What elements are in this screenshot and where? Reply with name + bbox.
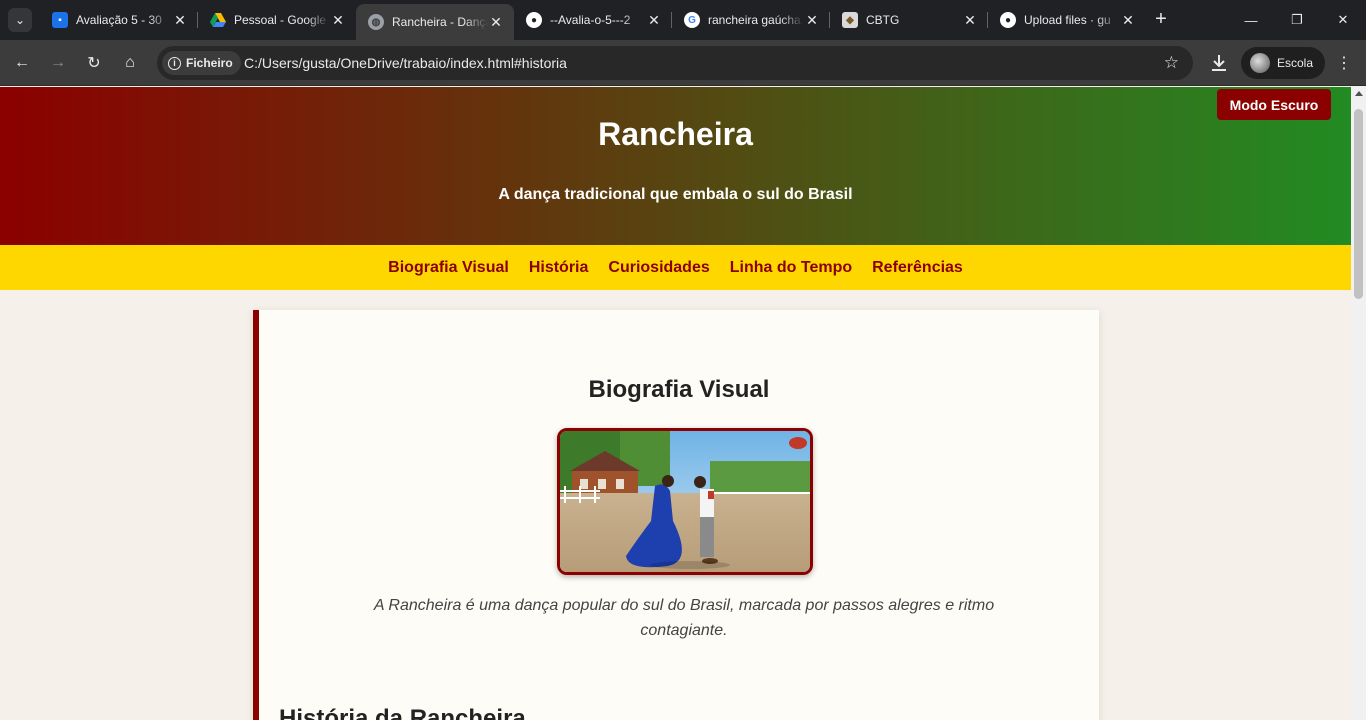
restore-button[interactable]: ❐	[1274, 0, 1320, 40]
more-vertical-icon: ⋮	[1336, 55, 1352, 72]
bookmark-star-icon[interactable]: ☆	[1164, 53, 1179, 73]
info-icon: i	[168, 56, 181, 70]
tab-title: Pessoal - Google Drive	[234, 13, 330, 27]
downloads-button[interactable]	[1207, 49, 1231, 77]
tab-search-button[interactable]: ⌄	[8, 8, 32, 32]
browser-toolbar: ← → ↻ ⌂ i Ficheiro C:/Users/gusta/OneDri…	[0, 40, 1366, 86]
chevron-down-icon: ⌄	[14, 13, 26, 27]
nav-link-curiosidades[interactable]: Curiosidades	[608, 259, 709, 277]
globe-icon: ◍	[368, 14, 384, 30]
close-icon[interactable]: ✕	[330, 12, 346, 28]
nav-link-historia[interactable]: História	[529, 259, 589, 277]
close-icon[interactable]: ✕	[488, 14, 504, 30]
tab-title: Rancheira - Dança	[392, 15, 488, 29]
minimize-button[interactable]: —	[1228, 0, 1274, 40]
google-icon: G	[684, 12, 700, 28]
github-icon: ●	[1000, 12, 1016, 28]
section-title: Biografia Visual	[588, 376, 770, 403]
tab-title: rancheira gaúcha	[708, 13, 801, 27]
tab-github-upload[interactable]: ● Upload files · gu ✕	[988, 4, 1146, 36]
historia-section-title: História da Rancheira	[279, 705, 526, 720]
page-viewport: Rancheira A dança tradicional que embala…	[0, 87, 1351, 720]
nav-link-referencias[interactable]: Referências	[872, 259, 963, 277]
page-scrollbar[interactable]	[1351, 87, 1366, 720]
tab-rancheira[interactable]: ◍ Rancheira - Dança ✕	[356, 4, 514, 40]
google-classroom-icon: ▪	[52, 12, 68, 28]
close-icon[interactable]: ✕	[962, 12, 978, 28]
close-icon[interactable]: ✕	[1120, 12, 1136, 28]
tab-github-avaliacao[interactable]: ● --Avalia-o-5---2 ✕	[514, 4, 672, 36]
avatar	[1250, 53, 1270, 73]
tab-title: --Avalia-o-5---2	[550, 13, 631, 27]
url-text[interactable]: C:/Users/gusta/OneDrive/trabaio/index.ht…	[244, 55, 567, 71]
forward-button[interactable]: →	[44, 49, 72, 77]
download-icon	[1212, 55, 1226, 71]
browser-menu-button[interactable]: ⋮	[1334, 49, 1354, 77]
minimize-icon: —	[1244, 12, 1258, 28]
github-icon: ●	[526, 12, 542, 28]
home-button[interactable]: ⌂	[116, 49, 144, 77]
profile-name: Escola	[1277, 56, 1314, 70]
page-subtitle: A dança tradicional que embala o sul do …	[498, 186, 853, 203]
site-info-chip[interactable]: i Ficheiro	[162, 51, 241, 75]
back-button[interactable]: ←	[8, 49, 36, 77]
close-icon: ✕	[1337, 12, 1349, 27]
restore-icon: ❐	[1291, 12, 1303, 27]
close-icon[interactable]: ✕	[172, 12, 188, 28]
tab-title: Avaliação 5 - 30	[76, 13, 162, 27]
close-icon[interactable]: ✕	[804, 12, 820, 28]
arrow-right-icon: →	[50, 54, 66, 71]
rancheira-dancers-image	[557, 428, 813, 575]
close-icon[interactable]: ✕	[646, 12, 662, 28]
scrollbar-thumb[interactable]	[1354, 109, 1363, 299]
tab-cbtg[interactable]: ◆ CBTG ✕	[830, 4, 988, 36]
page-title: Rancheira	[598, 116, 753, 152]
content-card: Biografia Visual A Rancheira é uma dança…	[253, 310, 1099, 720]
google-drive-icon	[210, 12, 226, 28]
nav-link-linha-do-tempo[interactable]: Linha do Tempo	[730, 259, 852, 277]
dark-mode-button[interactable]: Modo Escuro	[1217, 89, 1331, 120]
tab-google-search[interactable]: G rancheira gaúcha ✕	[672, 4, 830, 36]
tab-strip: ⌄ ▪ Avaliação 5 - 30 ✕ Pessoal - Google …	[0, 0, 1366, 40]
cbtg-icon: ◆	[842, 12, 858, 28]
reload-button[interactable]: ↻	[80, 49, 108, 77]
close-window-button[interactable]: ✕	[1320, 0, 1366, 40]
nav-link-biografia-visual[interactable]: Biografia Visual	[388, 259, 509, 277]
arrow-left-icon: ←	[14, 54, 30, 71]
reload-icon: ↻	[87, 55, 101, 72]
main-nav: Biografia Visual História Curiosidades L…	[0, 245, 1351, 290]
home-icon: ⌂	[125, 54, 135, 71]
tab-title: CBTG	[866, 13, 900, 27]
tab-google-drive[interactable]: Pessoal - Google Drive ✕	[198, 4, 356, 36]
address-bar[interactable]: i Ficheiro C:/Users/gusta/OneDrive/traba…	[157, 46, 1193, 80]
scroll-up-arrow-icon[interactable]	[1355, 91, 1363, 96]
image-caption: A Rancheira é uma dança popular do sul d…	[373, 597, 995, 639]
tab-avaliacao[interactable]: ▪ Avaliação 5 - 30 ✕	[40, 4, 198, 36]
site-chip-label: Ficheiro	[186, 56, 233, 70]
tab-title: Upload files · gu	[1024, 13, 1111, 27]
new-tab-button[interactable]: +	[1151, 9, 1171, 30]
page-header: Rancheira A dança tradicional que embala…	[0, 87, 1351, 245]
profile-button[interactable]: Escola	[1241, 47, 1326, 79]
